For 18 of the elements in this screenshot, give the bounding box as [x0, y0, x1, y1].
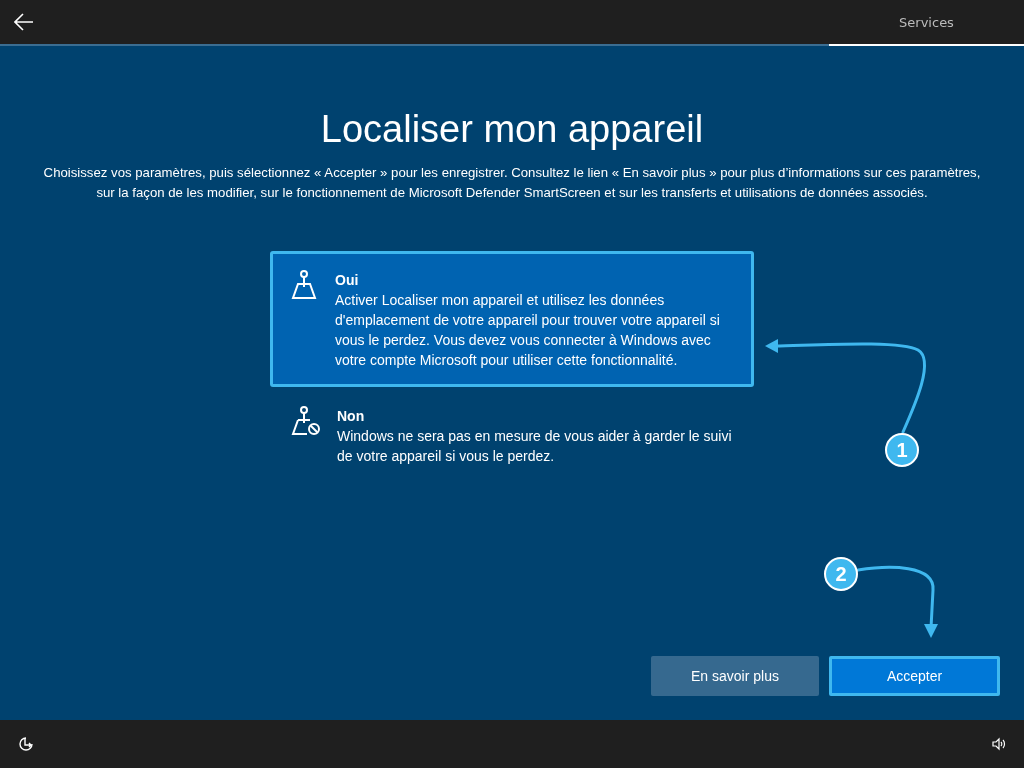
description-text: Choisissez vos paramètres, puis sélectionnez « Accepter » pour les enregistrer. Consultez le lien « En savoir plus » pour plus d’informations sur ces paramètres, sur la façon de les modifier, sur le fonctionnement de Microsoft Defender SmartScreen et sur les transferts et utilisations de données associés.: [42, 164, 982, 202]
option-label: Oui: [335, 271, 360, 290]
back-arrow-icon[interactable]: [14, 13, 34, 31]
accessibility-icon[interactable]: [18, 736, 34, 752]
option-label: Non: [337, 407, 366, 426]
selected-option[interactable]: [270, 251, 754, 387]
page-title: Localiser mon appareil: [320, 108, 704, 151]
accept-button[interactable]: Accepter: [829, 656, 1000, 696]
learn-more-button[interactable]: En savoir plus: [651, 656, 819, 696]
map-pin-icon: [289, 270, 319, 300]
option[interactable]: Non Windows ne sera pas en mesure de vous aider à garder le suivi de votre appareil si vous le perdez.: [270, 387, 754, 483]
speaker-icon[interactable]: [992, 737, 1006, 751]
step-badge: 1: [885, 433, 919, 467]
services-tab[interactable]: Services: [829, 0, 1024, 46]
option-description: Windows ne sera pas en mesure de vous aider à garder le suivi de votre appareil si vous le perdez.: [337, 427, 733, 466]
map-pin-blocked-icon: [289, 406, 321, 436]
step-badge: 2: [824, 557, 858, 591]
option-description: Activer Localiser mon appareil et utilisez les données d'emplacement de votre appareil pour trouver votre appareil si vous le perdez. Vous devez vous connecter à Windows avec votre compte Microsoft pour utiliser cette fonctionnalité.: [335, 291, 721, 370]
